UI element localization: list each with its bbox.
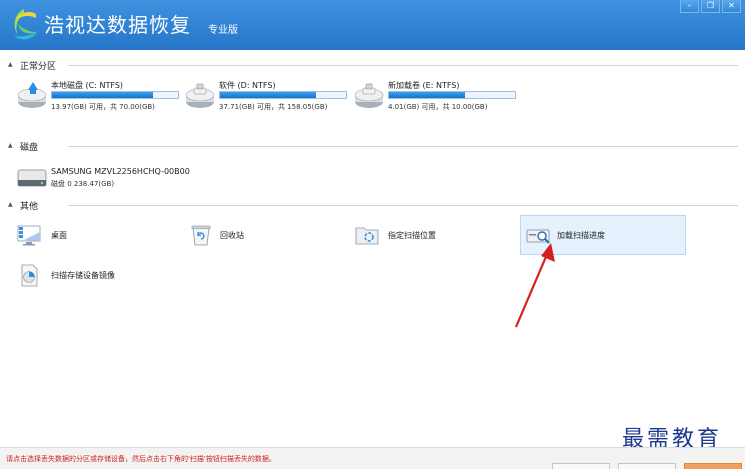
load-scan-icon xyxy=(526,229,550,244)
usage-fill xyxy=(220,92,316,98)
divider xyxy=(68,65,738,66)
divider xyxy=(68,205,738,206)
usage-bar xyxy=(388,91,516,99)
partition-size: 13.97(GB) 可用，共 70.00(GB) xyxy=(51,103,155,111)
app-window: 浩视达数据恢复 专业版 – ❐ ✕ ▲ 正常分区 本地磁盘 (C: NTFS) … xyxy=(0,0,745,469)
section-label: 正常分区 xyxy=(20,62,57,72)
item-label: 指定扫描位置 xyxy=(388,231,436,240)
restore-button[interactable]: ❐ xyxy=(701,0,720,13)
partition-size: 4.01(GB) 可用，共 10.00(GB) xyxy=(388,103,488,111)
recycle-bin-icon xyxy=(191,225,211,246)
disk-samsung[interactable]: SAMSUNG MZVL2256HCHQ-00B00 磁盘 0 238.47(G… xyxy=(16,165,216,191)
section-partitions[interactable]: ▲ 正常分区 xyxy=(8,59,738,72)
collapse-triangle-icon: ▲ xyxy=(8,201,13,208)
item-label: 回收站 xyxy=(220,231,244,240)
item-label: 桌面 xyxy=(51,231,67,240)
app-logo-icon xyxy=(14,9,38,40)
partition-size: 37.71(GB) 可用，共 158.05(GB) xyxy=(219,103,328,111)
section-disks[interactable]: ▲ 磁盘 xyxy=(8,140,738,153)
item-label: 加载扫描进度 xyxy=(557,231,605,240)
disk-drive-icon xyxy=(17,169,47,187)
divider xyxy=(68,146,738,147)
title-bar: 浩视达数据恢复 专业版 – ❐ ✕ xyxy=(0,0,745,50)
hard-drive-icon xyxy=(354,83,384,108)
usage-bar xyxy=(219,91,347,99)
partition-c[interactable]: 本地磁盘 (C: NTFS) 13.97(GB) 可用，共 70.00(GB) xyxy=(16,78,181,118)
partition-name: 本地磁盘 (C: NTFS) xyxy=(51,81,124,90)
partition-name: 软件 (D: NTFS) xyxy=(219,81,276,90)
window-controls: – ❐ ✕ xyxy=(680,0,741,13)
hard-drive-icon xyxy=(185,83,215,108)
usage-fill xyxy=(389,92,465,98)
collapse-triangle-icon: ▲ xyxy=(8,142,13,149)
edition-label: 专业版 xyxy=(208,25,238,36)
status-message: 请点击选择丢失数据的分区或存储设备，然后点击右下角的'扫描'按钮扫描丢失的数据。 xyxy=(6,455,276,463)
disk-image-icon xyxy=(21,264,38,287)
minimize-button[interactable]: – xyxy=(680,0,699,13)
disk-name: SAMSUNG MZVL2256HCHQ-00B00 xyxy=(51,167,190,176)
scan-button[interactable] xyxy=(684,463,742,469)
section-label: 磁盘 xyxy=(20,143,39,153)
usage-fill xyxy=(52,92,153,98)
section-others[interactable]: ▲ 其他 xyxy=(8,199,738,212)
desktop-icon xyxy=(17,225,41,246)
disk-info: 磁盘 0 238.47(GB) xyxy=(51,180,115,188)
close-button[interactable]: ✕ xyxy=(722,0,741,13)
item-scan-disk-image[interactable]: 扫描存储设备镜像 xyxy=(16,256,182,296)
partition-e[interactable]: 新加载卷 (E: NTFS) 4.01(GB) 可用，共 10.00(GB) xyxy=(353,78,518,118)
item-recycle-bin[interactable]: 回收站 xyxy=(188,216,354,256)
item-desktop[interactable]: 桌面 xyxy=(16,216,182,256)
app-title: 浩视达数据恢复 xyxy=(44,13,191,37)
bottom-button[interactable] xyxy=(618,463,676,469)
item-load-scan-progress[interactable]: 加载扫描进度 xyxy=(520,215,686,255)
bottom-button[interactable] xyxy=(552,463,610,469)
collapse-triangle-icon: ▲ xyxy=(8,61,13,68)
hard-drive-icon xyxy=(17,82,47,108)
section-label: 其他 xyxy=(20,202,39,212)
item-specify-scan-location[interactable]: 指定扫描位置 xyxy=(354,216,520,256)
partition-d[interactable]: 软件 (D: NTFS) 37.71(GB) 可用，共 158.05(GB) xyxy=(184,78,349,118)
folder-scan-icon xyxy=(355,227,379,245)
usage-bar xyxy=(51,91,179,99)
item-label: 扫描存储设备镜像 xyxy=(51,271,115,280)
partition-name: 新加载卷 (E: NTFS) xyxy=(388,81,460,90)
